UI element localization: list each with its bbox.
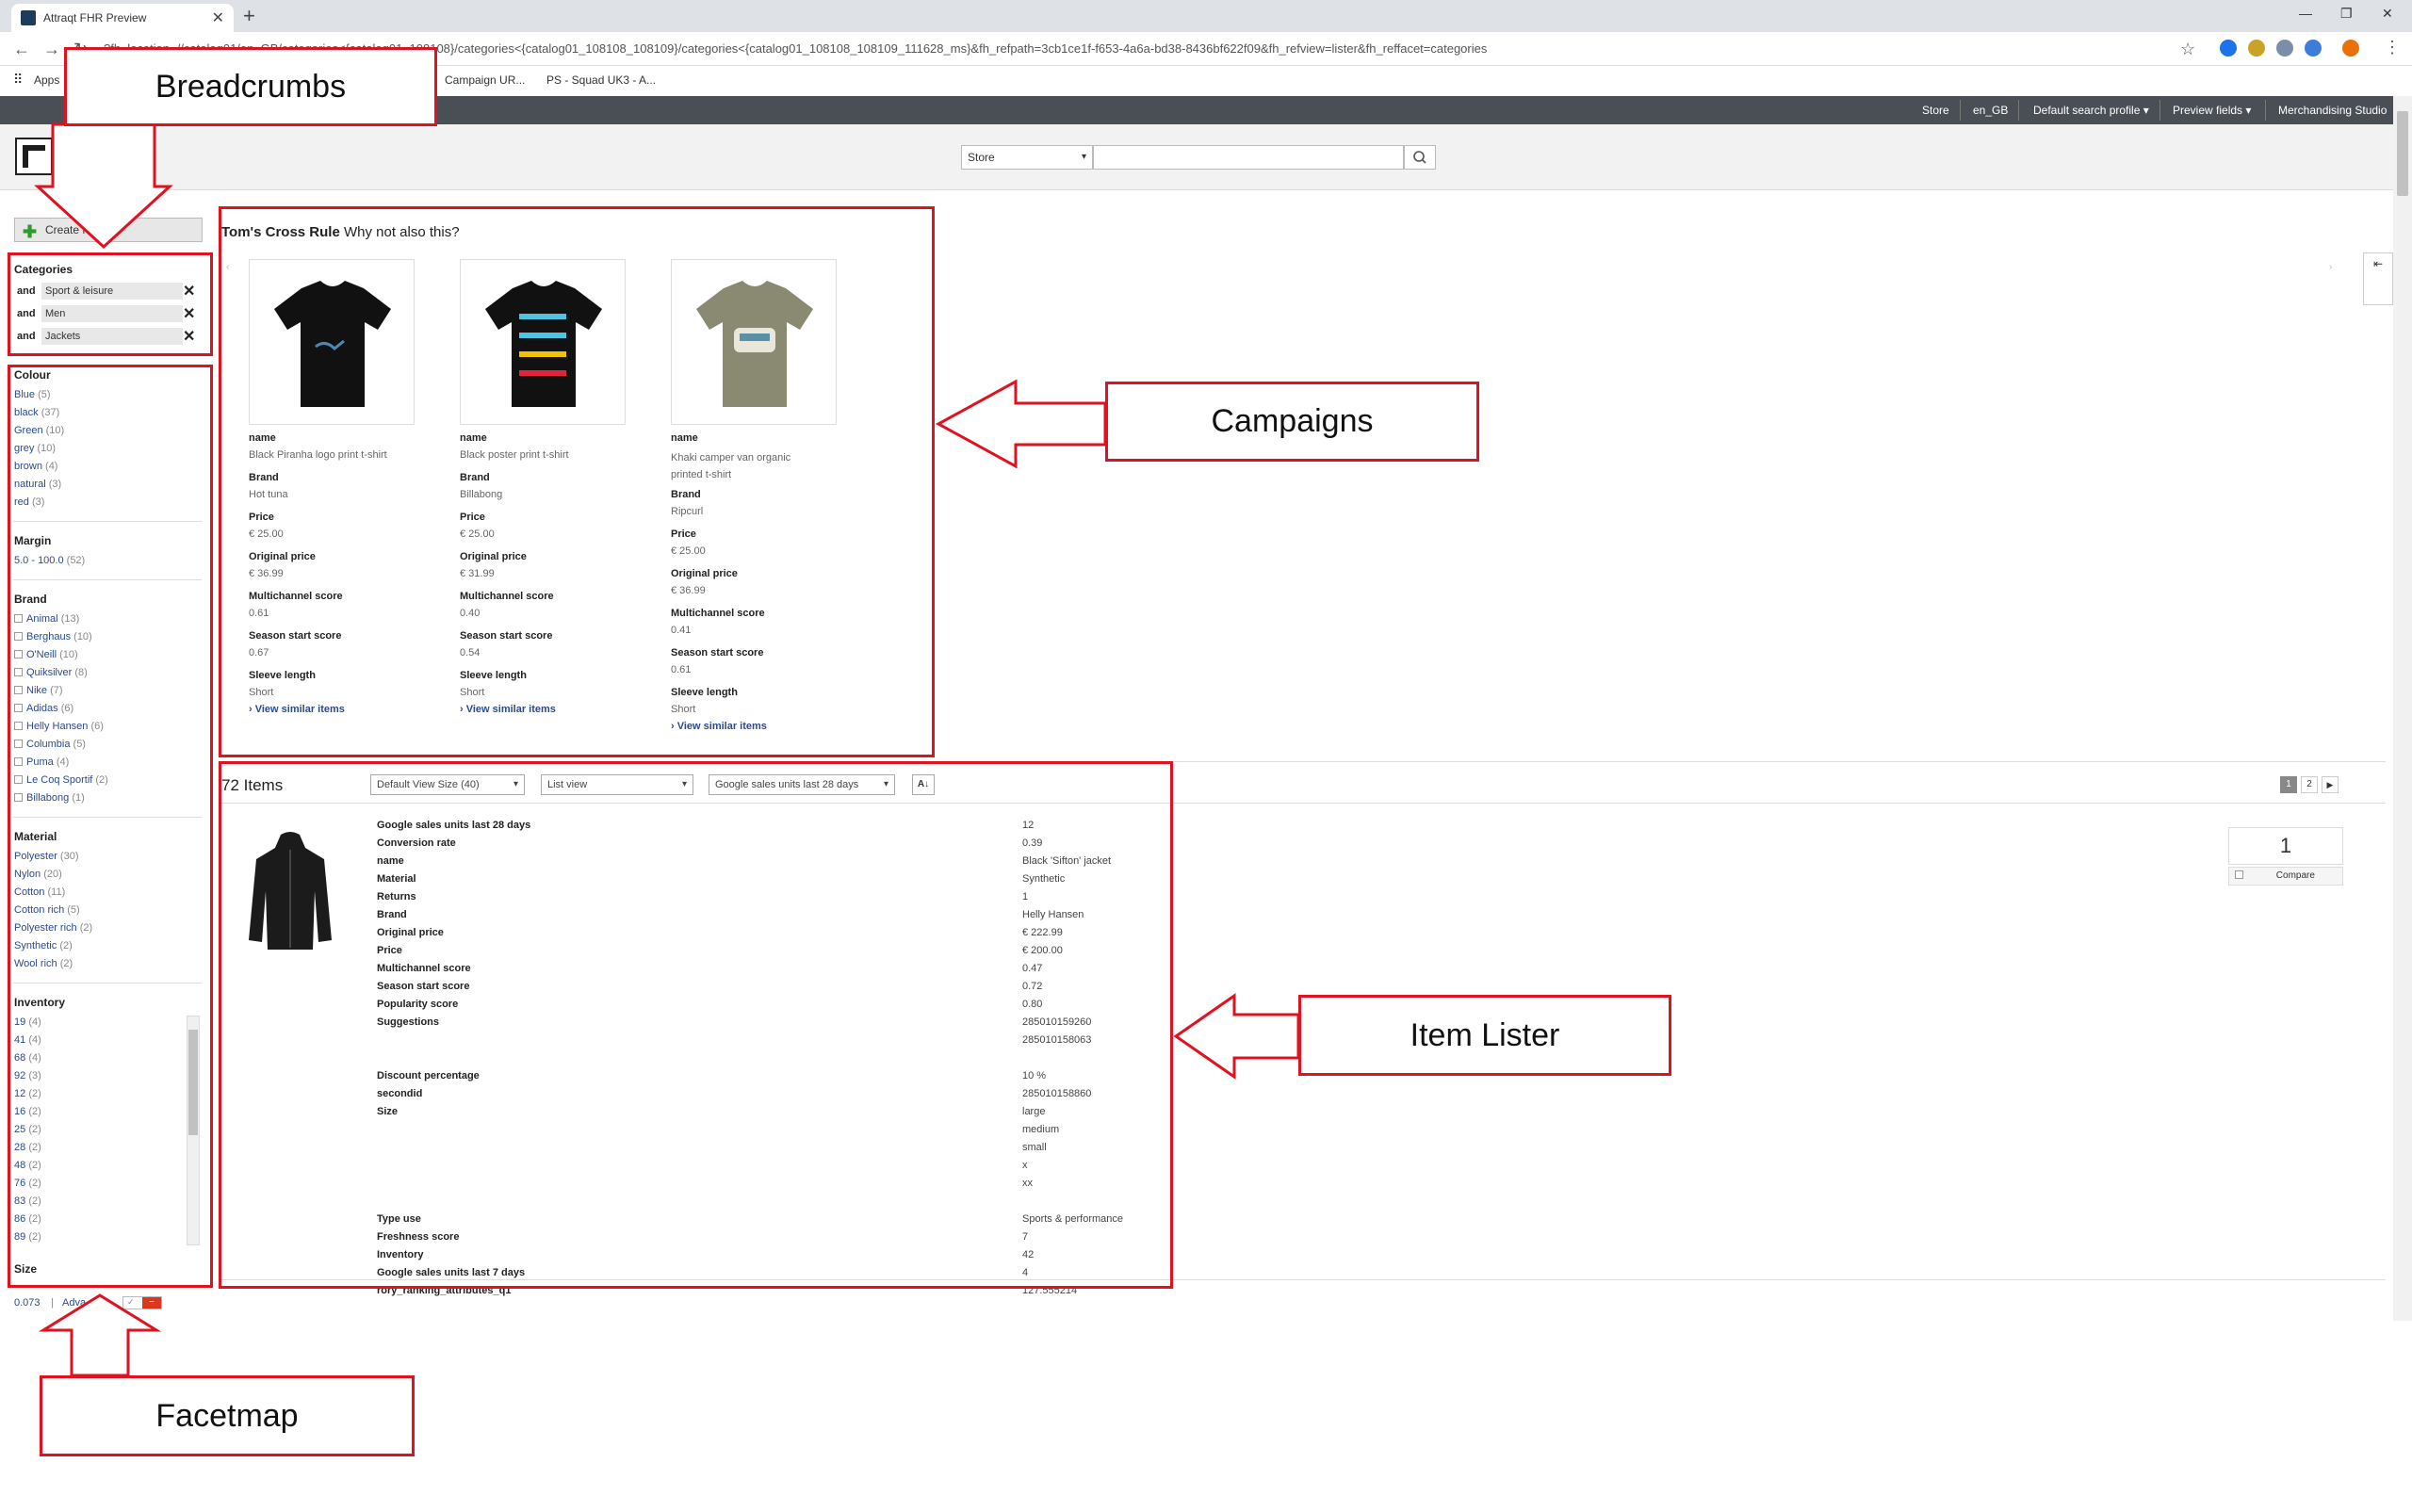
item-lister-arrow-icon — [1173, 993, 1300, 1080]
breadcrumbs-arrow-icon — [34, 122, 173, 250]
item-lister-callout: Item Lister — [1298, 995, 1671, 1076]
campaigns-callout: Campaigns — [1105, 382, 1479, 462]
facetmap-callout: Facetmap — [40, 1375, 415, 1456]
facetmap-arrow-icon — [38, 1293, 162, 1377]
campaigns-arrow-icon — [935, 379, 1107, 469]
breadcrumbs-callout: Breadcrumbs — [64, 47, 437, 126]
annotation-arrows — [34, 122, 1300, 1377]
